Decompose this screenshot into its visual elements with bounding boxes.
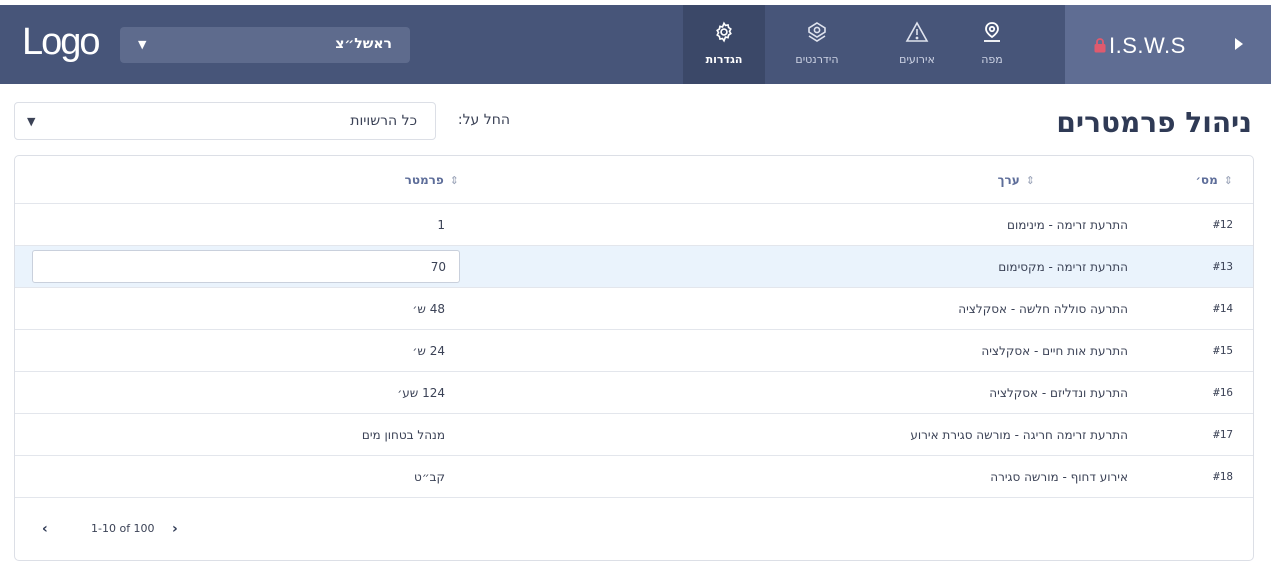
nav-tab-hydrants[interactable]: הידרנטים bbox=[776, 5, 858, 84]
caret-down-icon: ▼ bbox=[27, 115, 36, 128]
play-arrow-icon[interactable] bbox=[1235, 38, 1243, 50]
page-title: ניהול פרמטרים bbox=[1056, 106, 1252, 139]
column-header-value[interactable]: ⇕ ערך bbox=[998, 173, 1035, 187]
logo: Logo bbox=[22, 21, 101, 63]
param-edit-box bbox=[32, 250, 460, 283]
row-param: 24 ש׳ bbox=[412, 344, 445, 358]
table-row[interactable]: #18 אירוע דחוף - מורשה סגירה קב״ט bbox=[15, 456, 1253, 498]
caret-down-icon: ▼ bbox=[138, 38, 147, 51]
table-row[interactable]: #16 התרעת ונדליזם - אסקלציה 124 שע׳ bbox=[15, 372, 1253, 414]
table-header: ⇕ מס׳ ⇕ ערך ⇕ פרמטר bbox=[15, 156, 1253, 204]
nav-tab-label: מפה bbox=[981, 53, 1003, 66]
row-value: התרעת זרימה - מקסימום bbox=[998, 260, 1128, 274]
column-header-num[interactable]: ⇕ מס׳ bbox=[1196, 173, 1233, 187]
table-row[interactable]: #14 התרעה סוללה חלשה - אסקלציה 48 ש׳ bbox=[15, 288, 1253, 330]
warning-icon bbox=[876, 21, 958, 47]
row-value: התרעת זרימה חריגה - מורשה סגירת אירוע bbox=[910, 428, 1128, 442]
row-number: #16 bbox=[1213, 386, 1233, 399]
lock-icon bbox=[1094, 38, 1106, 57]
row-number: #14 bbox=[1213, 302, 1233, 315]
nav-tab-map[interactable]: מפה bbox=[951, 5, 1033, 84]
row-number: #17 bbox=[1213, 428, 1233, 441]
nav-tab-label: הגדרות bbox=[705, 53, 743, 66]
nav-tab-label: אירועים bbox=[899, 53, 935, 66]
param-input[interactable] bbox=[33, 251, 459, 282]
city-select[interactable]: ▼ ראשל״צ bbox=[120, 27, 410, 63]
row-number: #13 bbox=[1213, 260, 1233, 273]
parameters-table: ⇕ מס׳ ⇕ ערך ⇕ פרמטר #12 התרעת זרימה - מינימ… bbox=[14, 155, 1254, 561]
sort-icon: ⇕ bbox=[449, 174, 459, 187]
row-param: 124 שע׳ bbox=[397, 386, 445, 400]
city-select-value: ראשל״צ bbox=[335, 36, 392, 52]
nav-tab-settings[interactable]: הגדרות bbox=[683, 5, 765, 84]
filter-label: החל על: bbox=[457, 112, 510, 128]
table-row-selected[interactable]: #13 התרעת זרימה - מקסימום bbox=[15, 246, 1253, 288]
row-value: התרעת זרימה - מינימום bbox=[1007, 218, 1128, 232]
row-param: 1 bbox=[437, 218, 445, 232]
column-header-label: פרמטר bbox=[404, 173, 444, 187]
row-value: התרעת ונדליזם - אסקלציה bbox=[989, 386, 1128, 400]
row-number: #12 bbox=[1213, 218, 1233, 231]
row-param: קב״ט bbox=[414, 470, 445, 484]
pagination-range: 1-10 of 100 bbox=[91, 522, 155, 535]
nav-tab-label: הידרנטים bbox=[795, 53, 839, 66]
scope-select[interactable]: ▼ כל הרשויות bbox=[14, 102, 436, 140]
map-pin-icon bbox=[951, 21, 1033, 47]
column-header-label: ערך bbox=[997, 173, 1020, 187]
table-row[interactable]: #17 התרעת זרימה חריגה - מורשה סגירת אירו… bbox=[15, 414, 1253, 456]
row-param: 48 ש׳ bbox=[412, 302, 445, 316]
row-value: התרעת אות חיים - אסקלציה bbox=[981, 344, 1128, 358]
table-row[interactable]: #12 התרעת זרימה - מינימום 1 bbox=[15, 204, 1253, 246]
gear-icon bbox=[683, 21, 765, 47]
row-number: #18 bbox=[1213, 470, 1233, 483]
nav-tab-events[interactable]: אירועים bbox=[876, 5, 958, 84]
table-row[interactable]: #15 התרעת אות חיים - אסקלציה 24 ש׳ bbox=[15, 330, 1253, 372]
brand-panel: I.S.W.S bbox=[1065, 5, 1271, 84]
scope-select-value: כל הרשויות bbox=[350, 113, 417, 129]
row-value: התרעה סוללה חלשה - אסקלציה bbox=[958, 302, 1128, 316]
row-param: מנהל בטחון מים bbox=[361, 428, 445, 442]
column-header-param[interactable]: ⇕ פרמטר bbox=[405, 173, 459, 187]
pagination: ‹ 1-10 of 100 › bbox=[15, 514, 315, 544]
chevron-left-icon[interactable]: ‹ bbox=[42, 521, 48, 537]
sort-icon: ⇕ bbox=[1223, 174, 1233, 187]
row-number: #15 bbox=[1213, 344, 1233, 357]
chevron-right-icon[interactable]: › bbox=[172, 521, 178, 537]
hydrant-icon bbox=[776, 21, 858, 47]
top-navigation-bar: Logo ▼ ראשל״צ הגדרות הידרנטים אירועים מפ… bbox=[0, 0, 1271, 84]
app-name: I.S.W.S bbox=[1109, 33, 1186, 58]
row-value: אירוע דחוף - מורשה סגירה bbox=[990, 470, 1128, 484]
sort-icon: ⇕ bbox=[1025, 174, 1035, 187]
column-header-label: מס׳ bbox=[1195, 173, 1218, 187]
